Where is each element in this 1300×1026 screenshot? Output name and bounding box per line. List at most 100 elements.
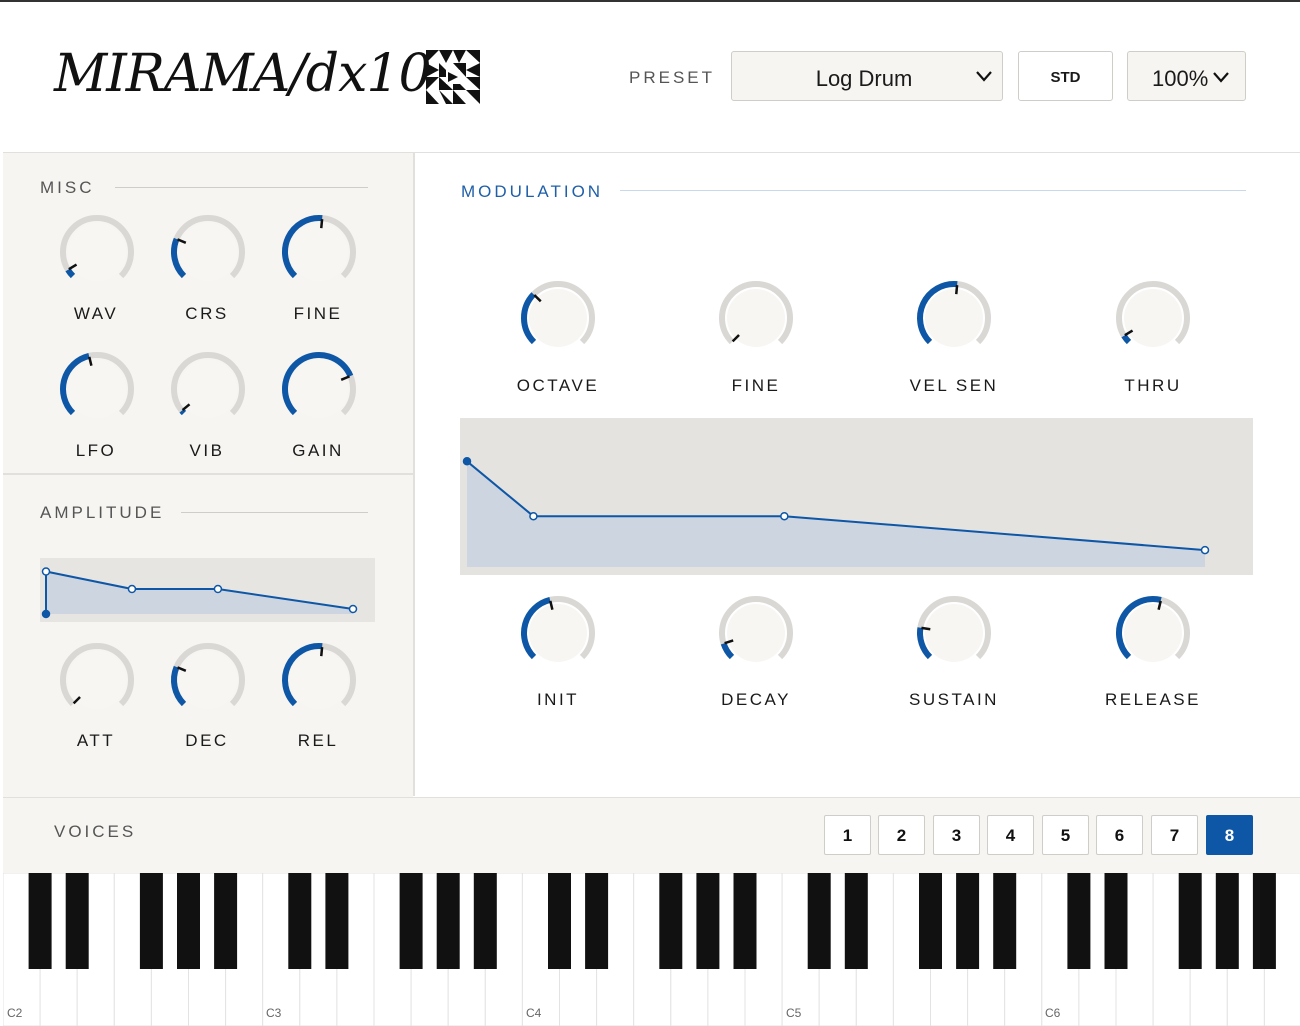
preset-dropdown[interactable]: Log Drum — [731, 51, 1003, 101]
black-key — [139, 873, 163, 969]
envelope-point — [41, 567, 51, 576]
envelope-point — [348, 604, 358, 614]
voice-button-4[interactable]: 4 — [987, 815, 1034, 855]
knob-mod-fine[interactable] — [716, 278, 796, 358]
knob-cap — [290, 651, 348, 709]
knob-sustain-label: SUSTAIN — [909, 690, 999, 709]
knob-release[interactable] — [1113, 593, 1193, 673]
envelope-point — [41, 609, 51, 619]
black-key — [436, 873, 460, 969]
envelope-point — [213, 584, 223, 594]
envelope-point — [462, 457, 472, 466]
knob-cap — [925, 604, 983, 662]
logo-text: MIRAMA/dx10 — [54, 44, 432, 104]
black-key — [1252, 873, 1276, 969]
knob-octave[interactable] — [518, 278, 598, 358]
black-key — [585, 873, 609, 969]
key-label-c6: C6 — [1045, 1006, 1061, 1020]
zoom-dropdown[interactable]: 100% — [1127, 51, 1246, 101]
key-label-c3: C3 — [266, 1006, 282, 1020]
knob-rel-label: REL — [297, 731, 339, 750]
section-divider — [3, 473, 413, 475]
knob-att[interactable] — [57, 640, 137, 720]
preset-label: PRESET — [629, 68, 716, 87]
knob-cap — [925, 289, 983, 347]
knob-fine[interactable] — [279, 212, 359, 292]
knob-crs[interactable] — [168, 212, 248, 292]
knob-vel-sen-label: VEL SEN — [909, 376, 999, 395]
knob-release-label: RELEASE — [1105, 690, 1201, 709]
knob-gain-label: GAIN — [292, 441, 344, 460]
knob-cap — [68, 360, 126, 418]
knob-gain[interactable] — [279, 349, 359, 429]
knob-init[interactable] — [518, 593, 598, 673]
knob-sustain[interactable] — [914, 593, 994, 673]
std-button-label: STD — [1050, 69, 1081, 86]
knob-dec[interactable] — [168, 640, 248, 720]
black-key — [399, 873, 423, 969]
key-label-c4: C4 — [526, 1006, 542, 1020]
std-button[interactable]: STD — [1018, 51, 1113, 101]
black-key — [993, 873, 1017, 969]
knob-lfo[interactable] — [57, 349, 137, 429]
black-key — [956, 873, 980, 969]
envelope-point — [529, 511, 538, 521]
knob-decay[interactable] — [716, 593, 796, 673]
knob-vel-sen[interactable] — [914, 278, 994, 358]
misc-title-line — [115, 187, 368, 188]
knob-cap — [1124, 289, 1182, 347]
knob-decay-label: DECAY — [721, 690, 791, 709]
black-key — [1215, 873, 1239, 969]
black-key — [288, 873, 312, 969]
black-key — [659, 873, 683, 969]
voice-button-3[interactable]: 3 — [933, 815, 980, 855]
amplitude-title: AMPLITUDE — [40, 503, 165, 522]
black-key — [1104, 873, 1128, 969]
modulation-title: MODULATION — [461, 182, 604, 201]
black-key — [733, 873, 757, 969]
logo-pattern-icon — [426, 50, 480, 104]
misc-title: MISC — [40, 178, 95, 197]
knob-indicator — [320, 219, 324, 229]
black-key — [177, 873, 200, 969]
black-key — [214, 873, 238, 969]
knob-value-arc — [1121, 334, 1132, 345]
key-label-c5: C5 — [786, 1006, 802, 1020]
knob-cap — [727, 604, 785, 662]
voice-button-5[interactable]: 5 — [1042, 815, 1089, 855]
black-key — [1178, 873, 1202, 969]
voice-button-2[interactable]: 2 — [878, 815, 925, 855]
voice-button-1[interactable]: 1 — [824, 815, 871, 855]
knob-init-label: INIT — [536, 690, 580, 709]
knob-cap — [290, 223, 348, 281]
voice-button-6[interactable]: 6 — [1096, 815, 1143, 855]
chevron-down-icon — [976, 71, 992, 82]
knob-rel[interactable] — [279, 640, 359, 720]
voice-button-8[interactable]: 8 — [1206, 815, 1253, 855]
black-key — [807, 873, 831, 969]
knob-value-arc — [65, 268, 76, 279]
knob-cap — [1124, 604, 1182, 662]
knob-mod-fine-label: FINE — [731, 376, 781, 395]
knob-fine-label: FINE — [293, 304, 343, 323]
piano-keyboard[interactable] — [3, 873, 1300, 1026]
knob-cap — [179, 223, 237, 281]
modulation-envelope-graph[interactable] — [460, 418, 1253, 575]
amplitude-envelope-graph[interactable] — [40, 558, 375, 622]
preset-value: Log Drum — [815, 66, 913, 91]
knob-wav[interactable] — [57, 212, 137, 292]
envelope-point — [127, 584, 137, 594]
envelope-point — [780, 511, 789, 521]
chevron-down-icon — [1213, 72, 1229, 83]
knob-octave-label: OCTAVE — [516, 376, 600, 395]
knob-thru[interactable] — [1113, 278, 1193, 358]
black-key — [65, 873, 89, 969]
black-key — [325, 873, 349, 969]
knob-cap — [179, 651, 237, 709]
knob-indicator — [320, 647, 324, 657]
knob-cap — [290, 360, 348, 418]
voice-button-7[interactable]: 7 — [1151, 815, 1198, 855]
knob-indicator — [921, 626, 931, 631]
knob-vib[interactable] — [168, 349, 248, 429]
black-key — [844, 873, 868, 969]
